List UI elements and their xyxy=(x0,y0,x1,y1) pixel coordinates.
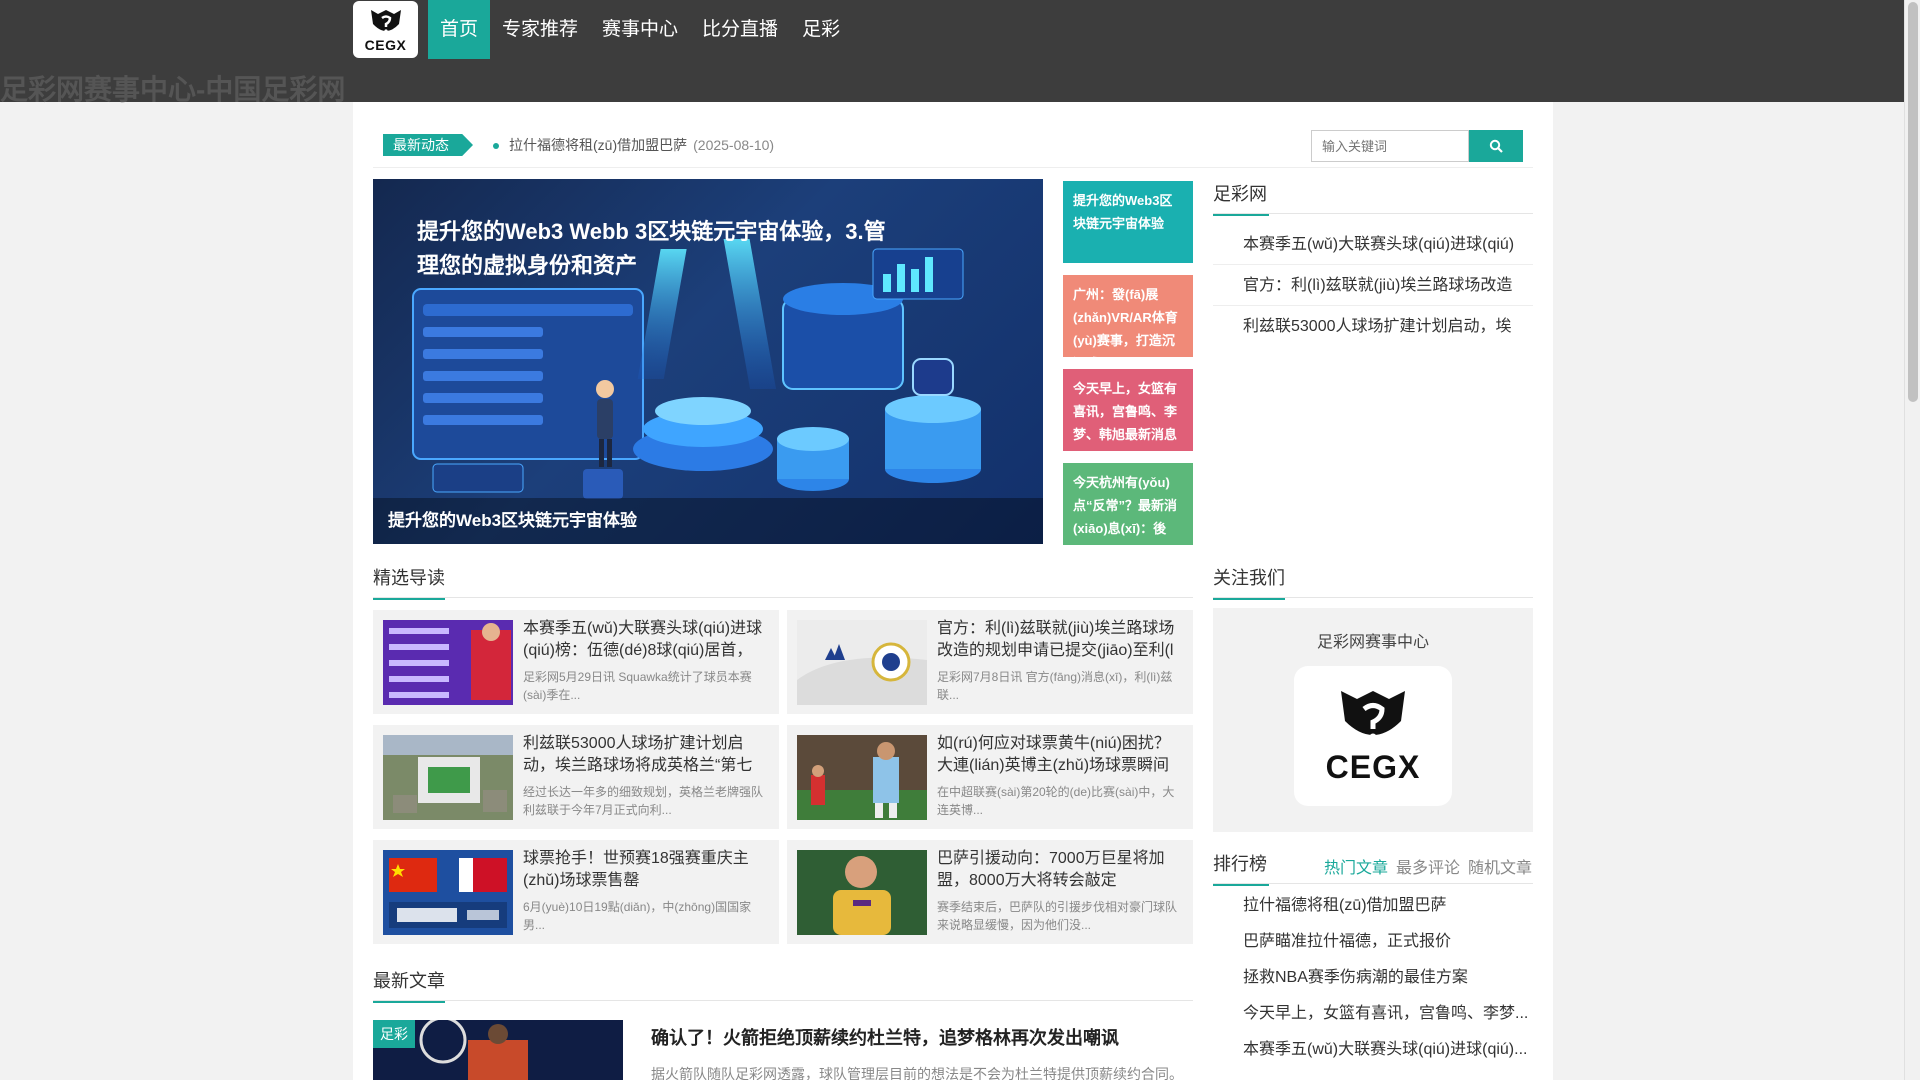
list-item[interactable]: 本赛季五(wǔ)大联赛头球(qiú)进球(qiú)... xyxy=(1213,1032,1533,1068)
scrollbar-thumb[interactable] xyxy=(1908,2,1918,402)
hero-headline: 提升您的Web3 Webb 3区块链元宇宙体验，3.管理您的虚拟身份和资产 xyxy=(417,219,886,278)
featured-card-excerpt: 足彩网5月29日讯 Squawka统计了球员本赛(sài)季在... xyxy=(523,670,752,702)
list-item[interactable]: 拉什福德将租(zū)借加盟巴萨 xyxy=(1213,888,1533,924)
divider xyxy=(1213,597,1533,598)
hero-caption[interactable]: 提升您的Web3区块链元宇宙体验 xyxy=(373,498,1043,544)
ticker-item-title: 拉什福德将租(zū)借加盟巴萨 xyxy=(509,137,688,153)
featured-card-title: 如(rú)何应对球票黄牛(niú)困扰？大連(lián)英博主(zhǔ)场球票瞬… xyxy=(937,735,1170,774)
featured-card-excerpt: 在中超联赛(sài)第20轮的(de)比赛(sài)中，大连英博... xyxy=(937,785,1175,817)
nav-item-expert-picks[interactable]: 专家推荐 xyxy=(490,0,590,59)
featured-card-title: 利兹联53000人球场扩建计划启动，埃兰路球场将成英格兰“第七 xyxy=(523,735,753,774)
featured-card-excerpt: 赛季结束后，巴萨队的引援步伐相对豪门球队来说略显缓慢，因为他们没... xyxy=(937,900,1178,932)
divider xyxy=(373,597,1193,598)
thumbnail-image xyxy=(383,735,513,820)
side-card-2[interactable]: 今天早上，女篮有喜讯，宫鲁鸣、李梦、韩旭最新消息 xyxy=(1063,369,1193,451)
featured-card-title: 巴萨引援动向：7000万巨星将加盟，8000万大将转会敲定 xyxy=(937,850,1165,889)
latest-article-title[interactable]: 确认了！火箭拒绝顶薪续约杜兰特，追梦格林再次发出嘲讽 xyxy=(651,1024,1119,1050)
nav-item-home[interactable]: 首页 xyxy=(428,0,491,59)
list-item[interactable]: 利兹联53000人球场扩建计划启动，埃 xyxy=(1213,306,1533,347)
divider xyxy=(373,1000,1193,1001)
tab-hot-articles[interactable]: 热门文章 xyxy=(1324,854,1388,878)
main-container: 最新动态 拉什福德将租(zū)借加盟巴萨 (2025-08-10) 输入关键词 … xyxy=(353,102,1553,1080)
ranking-title-text: 排行榜 xyxy=(1213,854,1267,874)
follow-title: 关注我们 xyxy=(1213,564,1285,600)
thumbnail-image xyxy=(797,850,927,935)
follow-box: 足彩网赛事中心 CEGX xyxy=(1213,608,1533,832)
follow-title-text: 关注我们 xyxy=(1213,568,1285,588)
featured-card-title: 本赛季五(wǔ)大联赛头球(qiú)进球(qiú)榜：伍德(dé)8球(qiú)… xyxy=(523,620,763,659)
ticker-item-date: (2025-08-10) xyxy=(693,137,775,153)
follow-account-name: 足彩网赛事中心 xyxy=(1316,634,1429,651)
site-title: 足彩网赛事中心-中国足彩网 xyxy=(0,74,346,105)
featured-card-2[interactable]: 利兹联53000人球场扩建计划启动，埃兰路球场将成英格兰“第七 经过长达一年多的… xyxy=(373,725,779,829)
thumbnail-image xyxy=(797,735,927,820)
list-item[interactable]: 本赛季五(wǔ)大联赛头球(qiú)进球(qiú) xyxy=(1213,224,1533,265)
featured-thumb-2 xyxy=(383,735,513,820)
search-icon xyxy=(1489,139,1503,153)
logo-shield-icon xyxy=(370,9,401,33)
tab-random-articles[interactable]: 随机文章 xyxy=(1468,854,1532,878)
featured-thumb-4 xyxy=(383,850,513,935)
logo-text: CEGX xyxy=(364,36,407,53)
right-widget-list: 本赛季五(wǔ)大联赛头球(qiú)进球(qiú) 官方：利(lì)兹联就(ji… xyxy=(1213,224,1533,347)
ranking-title: 排行榜 xyxy=(1213,850,1269,886)
thumbnail-image xyxy=(797,620,927,705)
list-item[interactable]: 今天早上，女篮有喜讯，宫鲁鸣、李梦... xyxy=(1213,996,1533,1032)
list-item[interactable]: 拯救NBA赛季伤病潮的最佳方案 xyxy=(1213,960,1533,996)
featured-card-title: 球票抢手！世预赛18强赛重庆主(zhǔ)场球票售罄 xyxy=(523,850,749,889)
latest-title: 最新文章 xyxy=(373,967,445,1003)
featured-card-1[interactable]: 官方：利(lì)兹联就(jiù)埃兰路球场改造的规划申请已提交(jiāo)至利(… xyxy=(787,610,1193,714)
right-widget-title: 足彩网 xyxy=(1213,180,1269,216)
featured-card-4[interactable]: 球票抢手！世预赛18强赛重庆主(zhǔ)场球票售罄 6月(yuè)10日19點(… xyxy=(373,840,779,944)
side-card-3[interactable]: 今天杭州有(yǒu)点“反常”？最新消(xiāo)息(xī)：後(hò xyxy=(1063,463,1193,545)
search-box xyxy=(1311,130,1523,162)
ranking-tabs: 热门文章 最多评论 随机文章 xyxy=(1324,854,1532,878)
ticker-item[interactable]: 拉什福德将租(zū)借加盟巴萨 (2025-08-10) xyxy=(493,135,774,155)
category-tag[interactable]: 足彩 xyxy=(373,1020,415,1048)
qr-logo-text: CEGX xyxy=(1325,749,1421,785)
featured-card-5[interactable]: 巴萨引援动向：7000万巨星将加盟，8000万大将转会敲定 赛季结束后，巴萨队的… xyxy=(787,840,1193,944)
list-item[interactable]: 官方：利(lì)兹联就(jiù)埃兰路球场改造 xyxy=(1213,265,1533,306)
side-cards: 提升您的Web3区块链元宇宙体验 广州：發(fā)展(zhǎn)VR/AR体育(… xyxy=(1063,181,1193,557)
thumbnail-image xyxy=(383,620,513,705)
featured-card-3[interactable]: 如(rú)何应对球票黄牛(niú)困扰？大連(lián)英博主(zhǔ)场球票瞬… xyxy=(787,725,1193,829)
featured-title-text: 精选导读 xyxy=(373,568,445,588)
logo-shield-icon xyxy=(1341,691,1405,741)
tab-most-comments[interactable]: 最多评论 xyxy=(1396,854,1460,878)
search-input[interactable] xyxy=(1311,130,1469,162)
featured-card-excerpt: 6月(yuè)10日19點(diǎn)，中(zhōng)国国家男... xyxy=(523,900,752,932)
featured-card-0[interactable]: 本赛季五(wǔ)大联赛头球(qiú)进球(qiú)榜：伍德(dé)8球(qiú)… xyxy=(373,610,779,714)
hero-slider[interactable]: 提升您的Web3 Webb 3区块链元宇宙体验，3.管理您的虚拟身份和资产 提升… xyxy=(373,179,1043,544)
page-scrollbar[interactable] xyxy=(1904,0,1920,1080)
list-item[interactable]: 巴萨瞄准拉什福德，正式报价 xyxy=(1213,924,1533,960)
bullet-dot-icon xyxy=(493,143,499,150)
thumbnail-image xyxy=(383,850,513,935)
main-nav: 首页 专家推荐 赛事中心 比分直播 足彩 xyxy=(428,0,852,59)
featured-card-title: 官方：利(lì)兹联就(jiù)埃兰路球场改造的规划申请已提交(jiāo)至利(… xyxy=(937,620,1175,659)
latest-article-thumb[interactable]: 足彩 xyxy=(373,1020,623,1080)
site-logo[interactable]: CEGX xyxy=(353,1,418,58)
latest-title-text: 最新文章 xyxy=(373,971,445,991)
featured-card-excerpt: 经过长达一年多的细致规划，英格兰老牌强队利兹联于今年7月正式向利... xyxy=(523,785,764,817)
featured-thumb-0 xyxy=(383,620,513,705)
side-card-1[interactable]: 广州：發(fā)展(zhǎn)VR/AR体育(yù)赛事，打造沉浸式 xyxy=(1063,275,1193,357)
ticker-label: 最新动态 xyxy=(383,134,473,156)
nav-item-live-scores[interactable]: 比分直播 xyxy=(690,0,790,59)
search-button[interactable] xyxy=(1469,130,1523,162)
ranking-list: 拉什福德将租(zū)借加盟巴萨 巴萨瞄准拉什福德，正式报价 拯救NBA赛季伤病潮… xyxy=(1213,888,1533,1068)
latest-article-excerpt: 据火箭队随队足彩网透露，球队管理层目前的想法是不会为杜兰特提供顶薪续约合同。 xyxy=(651,1066,1183,1080)
right-widget-title-text: 足彩网 xyxy=(1213,184,1267,204)
qr-code[interactable]: CEGX xyxy=(1294,666,1452,806)
featured-thumb-1 xyxy=(797,620,927,705)
side-card-0[interactable]: 提升您的Web3区块链元宇宙体验 xyxy=(1063,181,1193,263)
featured-title: 精选导读 xyxy=(373,564,445,600)
featured-thumb-5 xyxy=(797,850,927,935)
divider xyxy=(1213,883,1533,884)
featured-card-excerpt: 足彩网7月8日讯 官方(fāng)消息(xī)，利(lì)兹联... xyxy=(937,670,1173,702)
nav-item-match-center[interactable]: 赛事中心 xyxy=(590,0,690,59)
divider xyxy=(1213,213,1533,214)
featured-thumb-3 xyxy=(797,735,927,820)
nav-item-lottery[interactable]: 足彩 xyxy=(790,0,852,59)
